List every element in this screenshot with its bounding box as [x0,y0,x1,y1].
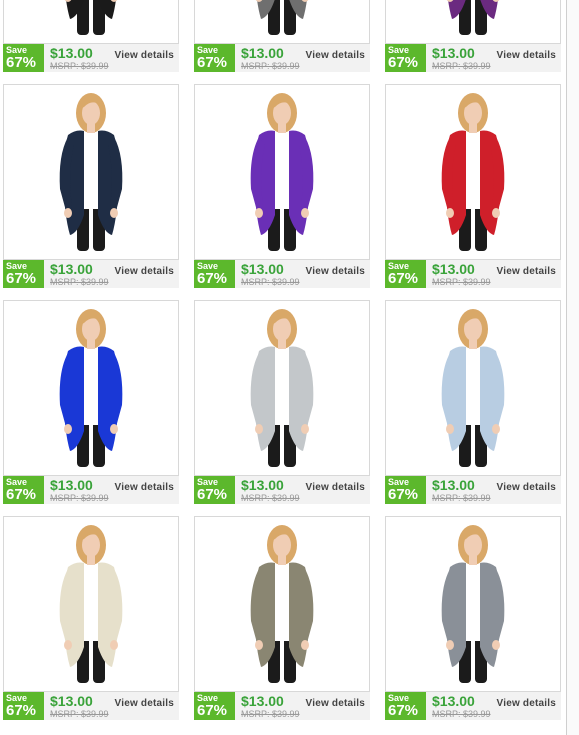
view-details-link[interactable]: View details [497,266,556,278]
price-bar: Save 67% $13.00 MSRP: $39.99 View details [385,44,561,72]
save-badge: Save 67% [3,44,44,72]
view-details-link[interactable]: View details [306,698,365,710]
product-image[interactable] [385,300,561,476]
product-image[interactable] [3,84,179,260]
product-photo [59,93,123,251]
save-badge: Save 67% [194,692,235,720]
save-badge: Save 67% [385,260,426,288]
save-percent: 67% [388,54,419,71]
save-percent: 67% [197,54,228,71]
sale-price: $13.00 [241,261,284,277]
save-percent: 67% [388,702,419,719]
product-image[interactable] [385,84,561,260]
save-badge: Save 67% [385,692,426,720]
product-photo [250,93,314,251]
msrp-price: MSRP: $39.99 [241,61,300,71]
save-percent: 67% [388,486,419,503]
sale-price: $13.00 [50,693,93,709]
price-bar: Save 67% $13.00 MSRP: $39.99 View details [385,692,561,720]
product-image[interactable] [194,300,370,476]
save-percent: 67% [6,702,37,719]
view-details-link[interactable]: View details [497,482,556,494]
product-photo [441,525,505,683]
msrp-price: MSRP: $39.99 [50,61,109,71]
price-bar: Save 67% $13.00 MSRP: $39.99 View details [3,44,179,72]
product-image[interactable] [3,300,179,476]
scrollbar[interactable] [566,0,579,735]
view-details-link[interactable]: View details [115,698,174,710]
save-percent: 67% [197,486,228,503]
price-bar: Save 67% $13.00 MSRP: $39.99 View details [194,692,370,720]
price-bar: Save 67% $13.00 MSRP: $39.99 View details [194,44,370,72]
product-image[interactable] [3,0,179,44]
msrp-price: MSRP: $39.99 [241,493,300,503]
product-photo [64,0,118,35]
save-percent: 67% [197,270,228,287]
product-image[interactable] [385,516,561,692]
sale-price: $13.00 [432,693,475,709]
view-details-link[interactable]: View details [115,50,174,62]
save-badge: Save 67% [3,260,44,288]
save-percent: 67% [6,54,37,71]
product-photo [250,309,314,467]
product-photo [255,0,309,35]
price-bar: Save 67% $13.00 MSRP: $39.99 View details [194,260,370,288]
save-badge: Save 67% [385,476,426,504]
msrp-price: MSRP: $39.99 [432,277,491,287]
msrp-price: MSRP: $39.99 [50,493,109,503]
sale-price: $13.00 [50,45,93,61]
product-photo [441,309,505,467]
price-bar: Save 67% $13.00 MSRP: $39.99 View details [3,692,179,720]
save-badge: Save 67% [385,44,426,72]
product-image[interactable] [385,0,561,44]
product-photo [59,525,123,683]
product-photo [250,525,314,683]
product-photo [446,0,500,35]
msrp-price: MSRP: $39.99 [50,277,109,287]
sale-price: $13.00 [432,45,475,61]
msrp-price: MSRP: $39.99 [432,493,491,503]
save-badge: Save 67% [3,476,44,504]
save-badge: Save 67% [194,260,235,288]
view-details-link[interactable]: View details [497,50,556,62]
price-bar: Save 67% $13.00 MSRP: $39.99 View details [3,476,179,504]
msrp-price: MSRP: $39.99 [241,277,300,287]
save-percent: 67% [388,270,419,287]
sale-price: $13.00 [50,261,93,277]
msrp-price: MSRP: $39.99 [432,61,491,71]
msrp-price: MSRP: $39.99 [50,709,109,719]
product-image[interactable] [194,84,370,260]
price-bar: Save 67% $13.00 MSRP: $39.99 View details [3,260,179,288]
save-badge: Save 67% [194,44,235,72]
view-details-link[interactable]: View details [306,266,365,278]
sale-price: $13.00 [241,477,284,493]
product-image[interactable] [194,0,370,44]
product-image[interactable] [3,516,179,692]
price-bar: Save 67% $13.00 MSRP: $39.99 View details [385,260,561,288]
view-details-link[interactable]: View details [306,50,365,62]
save-badge: Save 67% [3,692,44,720]
view-details-link[interactable]: View details [497,698,556,710]
sale-price: $13.00 [50,477,93,493]
view-details-link[interactable]: View details [115,266,174,278]
view-details-link[interactable]: View details [306,482,365,494]
save-percent: 67% [6,486,37,503]
sale-price: $13.00 [432,477,475,493]
save-badge: Save 67% [194,476,235,504]
msrp-price: MSRP: $39.99 [432,709,491,719]
view-details-link[interactable]: View details [115,482,174,494]
sale-price: $13.00 [241,45,284,61]
sale-price: $13.00 [432,261,475,277]
product-photo [59,309,123,467]
product-grid: Save 67% $13.00 MSRP: $39.99 View details Sav… [0,0,579,735]
product-photo [441,93,505,251]
save-percent: 67% [6,270,37,287]
save-percent: 67% [197,702,228,719]
sale-price: $13.00 [241,693,284,709]
price-bar: Save 67% $13.00 MSRP: $39.99 View details [194,476,370,504]
price-bar: Save 67% $13.00 MSRP: $39.99 View details [385,476,561,504]
product-image[interactable] [194,516,370,692]
msrp-price: MSRP: $39.99 [241,709,300,719]
